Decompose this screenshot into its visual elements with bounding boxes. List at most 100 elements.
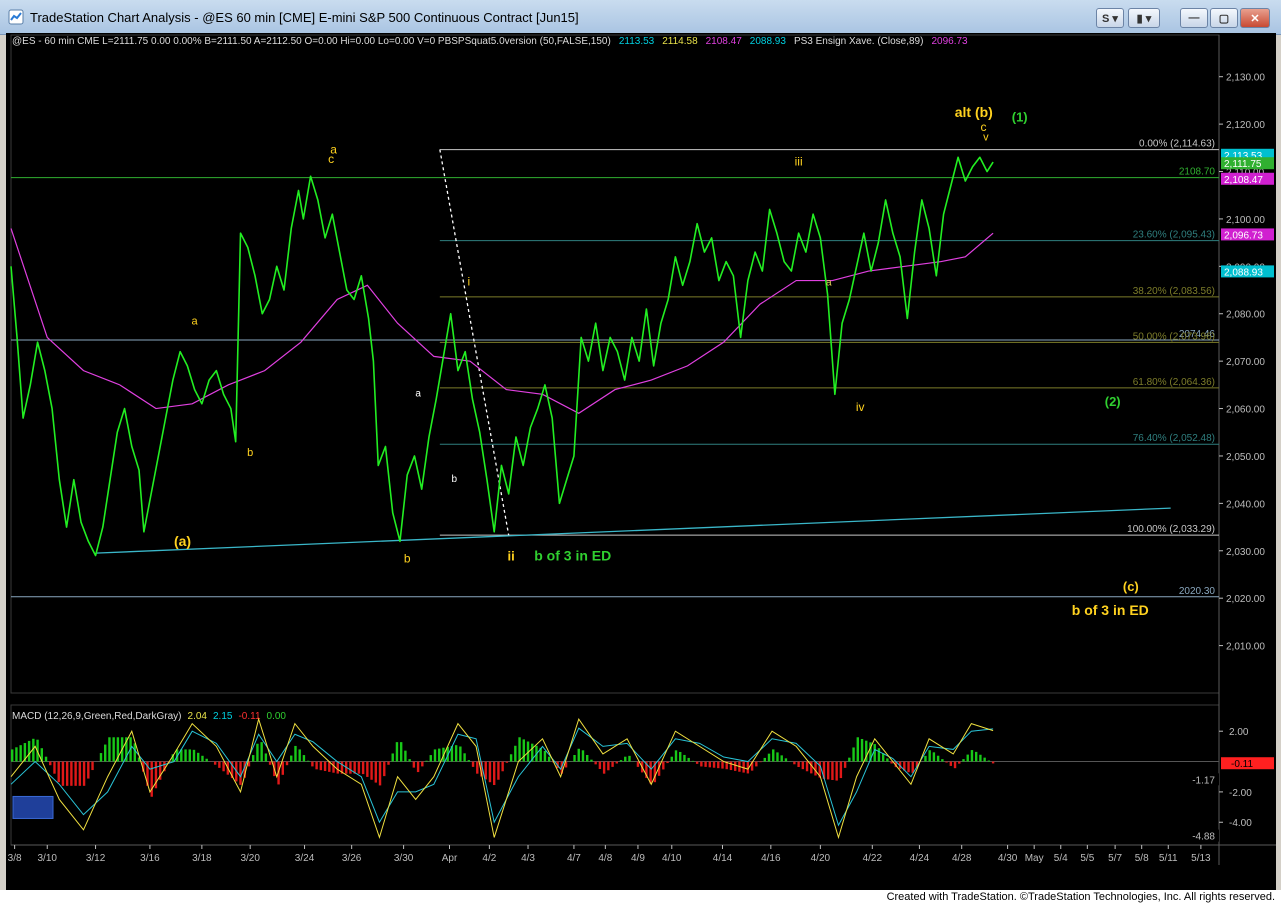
macd-histogram-bar xyxy=(708,761,712,768)
macd-histogram-bar xyxy=(99,753,103,762)
macd-histogram-bar xyxy=(602,761,606,774)
wave-label: (a) xyxy=(174,533,191,549)
macd-histogram-bar xyxy=(82,761,86,786)
macd-histogram-bar xyxy=(991,761,995,764)
x-tick-label: 5/4 xyxy=(1054,853,1068,864)
macd-tick-label: -2.00 xyxy=(1229,788,1252,799)
y-tick-label: 2,010.00 xyxy=(1226,642,1265,653)
macd-scroll-marker[interactable] xyxy=(12,795,54,819)
macd-histogram-bar xyxy=(497,761,500,780)
macd-histogram-bar xyxy=(463,753,466,762)
x-tick-label: May xyxy=(1025,853,1044,864)
macd-histogram-bar xyxy=(290,755,293,762)
wave-label: b xyxy=(404,552,411,566)
macd-histogram-bar xyxy=(61,761,65,786)
y-tick-label: 2,070.00 xyxy=(1226,357,1265,368)
macd-histogram-bar xyxy=(814,761,817,776)
macd-histogram-bar xyxy=(543,751,547,762)
maximize-button[interactable]: ▢ xyxy=(1210,8,1238,28)
macd-histogram-bar xyxy=(315,761,318,770)
symbol-header-item: @ES - 60 min CME L=2111.75 0.00 0.00% B=… xyxy=(12,36,611,47)
macd-histogram-bar xyxy=(387,761,390,765)
macd-histogram-bar xyxy=(370,761,373,780)
macd-histogram-bar xyxy=(962,759,965,762)
macd-histogram-bar xyxy=(65,761,69,786)
macd-histogram-bar xyxy=(573,754,576,762)
level-label: 100.00% (2,033.29) xyxy=(1127,524,1215,535)
macd-histogram-bar xyxy=(615,761,619,764)
x-tick-label: 3/10 xyxy=(38,853,58,864)
price-tag-label: 2,111.75 xyxy=(1224,159,1262,170)
macd-histogram-bar xyxy=(150,761,153,797)
level-label: 23.60% (2,095.43) xyxy=(1133,230,1215,241)
price-chart[interactable]: @ES - 60 min CME L=2111.75 0.00 0.00% B=… xyxy=(6,33,1276,890)
macd-histogram-bar xyxy=(649,761,652,784)
macd-histogram-bar xyxy=(594,761,597,765)
macd-histogram-bar xyxy=(501,761,504,772)
wave-label: v xyxy=(983,132,989,144)
macd-histogram-bar xyxy=(323,761,327,772)
macd-histogram-bar xyxy=(695,761,699,764)
macd-tag-label: -4.88 xyxy=(1192,832,1215,843)
macd-histogram-bar xyxy=(856,737,859,762)
y-tick-label: 2,080.00 xyxy=(1226,310,1265,321)
macd-histogram-bar xyxy=(966,754,969,762)
macd-histogram-bar xyxy=(509,754,513,762)
macd-histogram-bar xyxy=(577,748,580,762)
minimize-button[interactable]: — xyxy=(1180,8,1208,28)
macd-histogram-bar xyxy=(412,761,416,768)
macd-histogram-bar xyxy=(611,761,614,767)
macd-histogram-bar xyxy=(454,745,458,762)
macd-histogram-bar xyxy=(433,749,437,762)
symbol-header-item: 2113.53 xyxy=(619,36,655,47)
x-tick-label: 4/7 xyxy=(567,853,581,864)
macd-histogram-bar xyxy=(911,761,914,773)
macd-histogram-bar xyxy=(928,750,931,762)
macd-histogram-bar xyxy=(484,761,487,780)
x-tick-label: 3/26 xyxy=(342,853,362,864)
macd-histogram-bar xyxy=(336,761,339,774)
price-panel-border xyxy=(10,34,1220,694)
macd-histogram-bar xyxy=(294,745,297,762)
close-button[interactable]: ✕ xyxy=(1240,8,1270,28)
macd-header-item: -0.11 xyxy=(238,711,260,722)
copyright-text: Created with TradeStation. ©TradeStation… xyxy=(886,891,1275,903)
macd-histogram-bar xyxy=(264,753,268,762)
x-tick-label: 3/20 xyxy=(240,853,260,864)
price-tag-label: 2,096.73 xyxy=(1224,230,1263,241)
macd-tick-label: -4.00 xyxy=(1229,818,1252,829)
macd-histogram-bar xyxy=(374,761,378,783)
macd-histogram-bar xyxy=(311,761,314,767)
macd-histogram-bar xyxy=(776,752,779,762)
macd-histogram-bar xyxy=(886,758,889,762)
macd-histogram-bar xyxy=(860,738,864,762)
wave-label: a xyxy=(192,316,199,328)
macd-histogram-bar xyxy=(712,761,716,768)
trendline xyxy=(95,507,1171,554)
macd-histogram-bar xyxy=(662,761,665,770)
macd-histogram-bar xyxy=(717,761,720,769)
macd-histogram-bar xyxy=(852,747,855,762)
symbol-header-item: 2096.73 xyxy=(931,36,968,47)
macd-histogram-bar xyxy=(987,760,991,762)
window-title: TradeStation Chart Analysis - @ES 60 min… xyxy=(30,10,579,25)
wave-label: (c) xyxy=(1123,579,1139,594)
macd-histogram-bar xyxy=(349,761,352,774)
macd-histogram-bar xyxy=(932,752,936,762)
macd-header-item: 2.04 xyxy=(188,711,208,722)
macd-histogram-bar xyxy=(941,759,944,762)
x-tick-label: Apr xyxy=(442,853,458,864)
x-tick-label: 4/30 xyxy=(998,853,1018,864)
s-menu-button[interactable]: S ▾ xyxy=(1096,8,1124,28)
symbol-header-item: 2088.93 xyxy=(750,36,787,47)
indicator-menu-button[interactable]: ▮ ▾ xyxy=(1128,8,1160,28)
macd-histogram-bar xyxy=(11,749,14,762)
macd-histogram-bar xyxy=(260,742,263,762)
macd-histogram-bar xyxy=(429,755,432,762)
level-label: 50.00% (2,073.96) xyxy=(1133,331,1215,342)
macd-histogram-bar xyxy=(784,758,788,762)
wave-label: ii xyxy=(507,548,514,563)
macd-histogram-bar xyxy=(91,761,94,771)
x-tick-label: 4/2 xyxy=(482,853,496,864)
macd-histogram-bar xyxy=(958,761,961,764)
